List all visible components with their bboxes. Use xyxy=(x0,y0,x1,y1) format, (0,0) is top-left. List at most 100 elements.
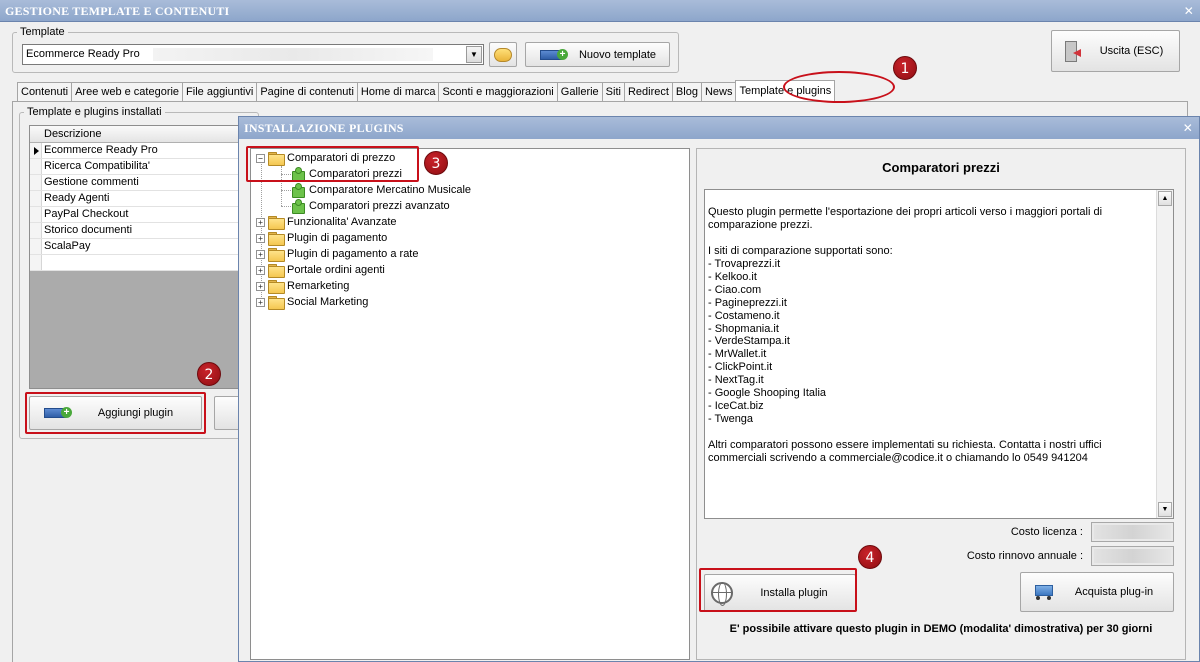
table-row[interactable]: ScalaPay xyxy=(30,239,240,255)
dialog-titlebar: INSTALLAZIONE PLUGINS ✕ xyxy=(239,117,1199,139)
new-template-button[interactable]: Nuovo template xyxy=(525,42,670,67)
template-group-label: Template xyxy=(17,26,68,38)
installed-plugins-label: Template e plugins installati xyxy=(24,106,165,118)
tab-siti[interactable]: Siti xyxy=(601,82,625,101)
row-indicator-icon xyxy=(30,143,42,158)
tree-node-label: Plugin di pagamento xyxy=(287,232,388,244)
exit-button-label: Uscita (ESC) xyxy=(1099,45,1164,57)
tab-blog[interactable]: Blog xyxy=(671,82,702,101)
row-text: Ricerca Compatibilita' xyxy=(44,160,151,172)
tree-leaf-comparatore-mercatino[interactable]: Comparatore Mercatino Musicale xyxy=(291,182,471,198)
callout-oval-tab xyxy=(783,71,895,103)
main-window-title: GESTIONE TEMPLATE E CONTENUTI xyxy=(5,4,230,18)
tree-node-remarketing[interactable]: + Remarketing xyxy=(256,278,349,294)
tab-gallerie[interactable]: Gallerie xyxy=(556,82,603,101)
row-indicator xyxy=(30,191,42,206)
row-indicator xyxy=(30,175,42,190)
tree-node-funzionalita-avanzate[interactable]: + Funzionalita' Avanzate xyxy=(256,214,397,230)
exit-button[interactable]: Uscita (ESC) xyxy=(1051,30,1180,72)
tree-node-portale-ordini[interactable]: + Portale ordini agenti xyxy=(256,262,385,278)
tree-connector xyxy=(281,206,291,207)
tree-connector xyxy=(281,190,291,191)
callout-badge-4: 4 xyxy=(858,545,882,569)
buy-plugin-label: Acquista plug-in xyxy=(1074,586,1154,598)
folder-icon xyxy=(494,47,512,62)
plugin-description-text: Questo plugin permette l'esportazione de… xyxy=(708,205,1103,465)
chevron-down-icon[interactable]: ▼ xyxy=(466,46,482,63)
tab-sconti[interactable]: Sconti e maggiorazioni xyxy=(438,82,558,101)
expand-icon[interactable]: + xyxy=(256,265,265,275)
tree-leaf-label: Comparatori prezzi avanzato xyxy=(309,200,450,212)
row-text: Ecommerce Ready Pro xyxy=(44,144,158,156)
folder-icon xyxy=(268,216,285,230)
expand-icon[interactable]: + xyxy=(256,281,265,291)
main-tabs: Contenuti Aree web e categorie File aggi… xyxy=(17,80,836,101)
installed-plugins-grid: Descrizione Ecommerce Ready Pro Ricerca … xyxy=(29,125,241,389)
tab-pagine-contenuti[interactable]: Pagine di contenuti xyxy=(256,82,358,101)
row-text: Gestione commenti xyxy=(44,176,139,188)
table-row[interactable]: Ready Agenti xyxy=(30,191,240,207)
table-row[interactable]: Ricerca Compatibilita' xyxy=(30,159,240,175)
table-row[interactable]: PayPal Checkout xyxy=(30,207,240,223)
tree-leaf-label: Comparatore Mercatino Musicale xyxy=(309,184,472,196)
renewal-cost-label: Costo rinnovo annuale : xyxy=(966,550,1083,562)
folder-icon xyxy=(268,296,285,310)
template-select[interactable]: Ecommerce Ready Pro ▼ xyxy=(22,44,484,65)
tree-node-social-marketing[interactable]: + Social Marketing xyxy=(256,294,368,310)
tree-leaf-comparatori-avanzato[interactable]: Comparatori prezzi avanzato xyxy=(291,198,450,214)
plugin-puzzle-icon xyxy=(291,183,305,198)
callout-box-install xyxy=(699,568,857,612)
table-row[interactable]: Gestione commenti xyxy=(30,175,240,191)
callout-badge-2: 2 xyxy=(197,362,221,386)
new-template-label: Nuovo template xyxy=(578,48,657,61)
callout-box-tree-node xyxy=(246,146,419,182)
row-indicator xyxy=(30,207,42,222)
folder-icon xyxy=(268,248,285,262)
expand-icon[interactable]: + xyxy=(256,249,265,259)
tab-news[interactable]: News xyxy=(700,82,737,101)
folder-icon xyxy=(268,232,285,246)
tab-aree-web[interactable]: Aree web e categorie xyxy=(71,82,184,101)
description-scrollbar[interactable]: ▲ ▼ xyxy=(1156,190,1173,518)
row-indicator xyxy=(30,255,42,270)
expand-icon[interactable]: + xyxy=(256,233,265,243)
plugin-details-title: Comparatori prezzi xyxy=(882,160,1000,175)
tree-node-plugin-pagamento-rate[interactable]: + Plugin di pagamento a rate xyxy=(256,246,418,262)
tree-node-label: Plugin di pagamento a rate xyxy=(287,248,419,260)
callout-badge-1: 1 xyxy=(893,56,917,80)
tree-node-label: Portale ordini agenti xyxy=(287,264,385,276)
table-row[interactable]: Storico documenti xyxy=(30,223,240,239)
row-text: ScalaPay xyxy=(44,240,91,252)
tree-node-label: Funzionalita' Avanzate xyxy=(287,216,397,228)
expand-icon[interactable]: + xyxy=(256,217,265,227)
dialog-close-icon[interactable]: ✕ xyxy=(1183,117,1193,139)
grid-column-descrizione[interactable]: Descrizione xyxy=(30,126,240,143)
license-cost-label: Costo licenza : xyxy=(1010,526,1083,538)
row-text: Storico documenti xyxy=(44,224,133,236)
plugin-description-textarea[interactable]: Questo plugin permette l'esportazione de… xyxy=(704,189,1174,519)
tab-home-marca[interactable]: Home di marca xyxy=(356,82,440,101)
tab-redirect[interactable]: Redirect xyxy=(623,82,673,101)
tree-node-plugin-pagamento[interactable]: + Plugin di pagamento xyxy=(256,230,387,246)
table-row-new[interactable] xyxy=(30,255,240,271)
tab-file-aggiuntivi[interactable]: File aggiuntivi xyxy=(182,82,258,101)
template-select-redacted xyxy=(153,48,433,61)
expand-icon[interactable]: + xyxy=(256,297,265,307)
table-row[interactable]: Ecommerce Ready Pro xyxy=(30,143,240,159)
open-folder-button[interactable] xyxy=(489,42,517,67)
scroll-down-icon[interactable]: ▼ xyxy=(1158,502,1172,517)
row-indicator xyxy=(30,239,42,254)
tree-node-label: Remarketing xyxy=(287,280,350,292)
main-close-icon[interactable]: ✕ xyxy=(1184,0,1194,22)
tab-contenuti[interactable]: Contenuti xyxy=(17,82,73,101)
tree-node-label: Social Marketing xyxy=(287,296,369,308)
redacted-value xyxy=(1094,549,1171,563)
add-template-icon xyxy=(540,48,568,62)
row-text: Ready Agenti xyxy=(44,192,110,204)
row-indicator xyxy=(30,159,42,174)
callout-badge-3: 3 xyxy=(424,151,448,175)
demo-note: E' possibile attivare questo plugin in D… xyxy=(729,623,1153,635)
buy-plugin-button[interactable]: Acquista plug-in xyxy=(1020,572,1174,612)
scroll-up-icon[interactable]: ▲ xyxy=(1158,191,1172,206)
dialog-title: INSTALLAZIONE PLUGINS xyxy=(244,121,404,135)
